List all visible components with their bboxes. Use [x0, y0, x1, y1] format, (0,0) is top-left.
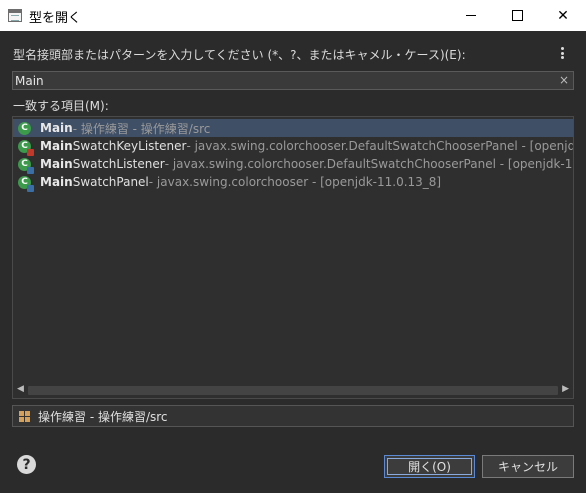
details-panel: 操作練習 - 操作練習/src [12, 405, 574, 427]
clear-icon[interactable]: × [559, 73, 569, 87]
window-title: 型を開く [29, 11, 82, 26]
open-button[interactable]: 開く(O) [384, 455, 475, 478]
class-icon: C [18, 175, 34, 192]
help-icon[interactable]: ? [17, 455, 36, 474]
title-bar: 型を開く ✕ [0, 0, 586, 31]
horizontal-scrollbar[interactable]: ◀ ▶ [13, 383, 573, 398]
window-icon [8, 9, 22, 22]
maximize-button[interactable] [494, 0, 540, 31]
scroll-left-icon[interactable]: ◀ [17, 384, 24, 394]
matching-items-label: 一致する項目(M): [13, 99, 109, 113]
overlay-icon [27, 184, 34, 192]
view-menu-icon[interactable] [558, 45, 566, 61]
minimize-button[interactable] [448, 0, 494, 31]
search-field[interactable]: × [12, 71, 574, 90]
class-icon: C [18, 139, 34, 156]
scrollbar-thumb[interactable] [28, 386, 558, 395]
pattern-prompt-label: 型名接頭部またはパターンを入力してください (*、?、またはキャメル・ケース)(… [13, 48, 466, 62]
list-item[interactable]: C Main SwatchKeyListener - javax.swing.co… [13, 137, 573, 156]
list-item[interactable]: C Main SwatchPanel - javax.swing.colorcho… [13, 173, 573, 192]
minimize-icon [466, 15, 476, 16]
scroll-right-icon[interactable]: ▶ [562, 384, 569, 394]
cancel-button[interactable]: キャンセル [482, 455, 574, 478]
list-item[interactable]: C Main SwatchListener - javax.swing.color… [13, 155, 573, 174]
search-input[interactable] [13, 72, 555, 89]
class-icon: C [18, 157, 34, 174]
results-list[interactable]: C Main - 操作練習 - 操作練習/src C Main SwatchKey… [12, 116, 574, 399]
list-item[interactable]: C Main - 操作練習 - 操作練習/src [13, 119, 573, 137]
package-icon [19, 410, 30, 422]
close-button[interactable]: ✕ [540, 0, 586, 31]
details-text: 操作練習 - 操作練習/src [38, 409, 168, 424]
maximize-icon [511, 10, 523, 21]
close-icon: ✕ [557, 7, 569, 24]
class-icon: C [18, 121, 31, 135]
cancel-button-label: キャンセル [497, 460, 558, 474]
